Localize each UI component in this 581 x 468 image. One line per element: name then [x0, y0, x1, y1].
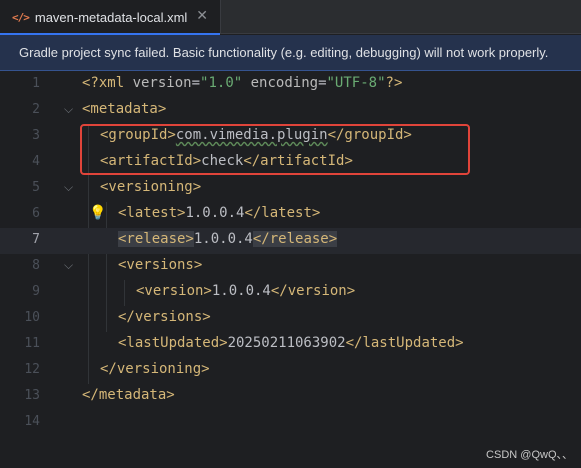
attr-encoding: encoding	[250, 75, 319, 91]
line-number: 8	[32, 258, 40, 273]
line-number: 14	[24, 414, 40, 429]
tag-open: <version>	[136, 283, 212, 299]
line-number: 10	[24, 310, 40, 325]
tag-value: 20250211063902	[227, 335, 346, 351]
tag-close: </lastUpdated>	[345, 335, 464, 351]
code-content: <lastUpdated>20250211063902</lastUpdated…	[118, 335, 464, 351]
tag-close: </versioning>	[100, 361, 210, 377]
line-number: 4	[32, 154, 40, 169]
chevron-down-icon[interactable]: ⌵	[64, 180, 73, 195]
code-line-1[interactable]: 1 <?xml version="1.0" encoding="UTF-8"?>	[0, 72, 581, 98]
watermark: CSDN @QwQ、、	[486, 449, 573, 461]
tag-value: 1.0.0.4	[185, 205, 245, 221]
code-content: </versioning>	[100, 361, 210, 377]
attr-value-encoding: "UTF-8"	[326, 75, 386, 91]
tag-open: <latest>	[118, 205, 186, 221]
attr-version: version	[132, 75, 192, 91]
tag-value: 1.0.0.4	[211, 283, 271, 299]
code-line-14[interactable]: 14	[0, 410, 581, 436]
close-icon[interactable]: ✕	[196, 8, 208, 24]
line-number: 2	[32, 102, 40, 117]
tag-value: 1.0.0.4	[193, 231, 253, 247]
equals-sign: =	[318, 75, 327, 91]
code-line-12[interactable]: 12 </versioning>	[0, 358, 581, 384]
tag-close: </release>	[252, 231, 338, 247]
xml-declaration: <?xml version="1.0" encoding="UTF-8"?>	[82, 75, 402, 91]
line-number: 5	[32, 180, 40, 195]
code-line-6[interactable]: 6 💡 <latest>1.0.0.4</latest>	[0, 202, 581, 228]
line-number: 7	[32, 232, 40, 247]
tag-close: </version>	[270, 283, 356, 299]
tag-open: <metadata>	[82, 101, 167, 117]
tag-close: </latest>	[244, 205, 321, 221]
sync-failed-banner: Gradle project sync failed. Basic functi…	[0, 35, 581, 71]
code-line-5[interactable]: 5 ⌵ <versioning>	[0, 176, 581, 202]
tag-open: <release>	[118, 231, 194, 247]
code-line-10[interactable]: 10 </versions>	[0, 306, 581, 332]
tag-open: <versions>	[118, 257, 203, 273]
chevron-down-icon[interactable]: ⌵	[64, 102, 73, 117]
code-line-11[interactable]: 11 <lastUpdated>20250211063902</lastUpda…	[0, 332, 581, 358]
tag-close: </metadata>	[82, 387, 175, 403]
code-line-2[interactable]: 2 ⌵ <metadata>	[0, 98, 581, 124]
line-number: 12	[24, 362, 40, 377]
code-content: <versions>	[118, 257, 202, 273]
tag-open: <lastUpdated>	[118, 335, 228, 351]
line-number: 13	[24, 388, 40, 403]
code-line-9[interactable]: 9 <version>1.0.0.4</version>	[0, 280, 581, 306]
code-content: <latest>1.0.0.4</latest>	[118, 205, 320, 221]
tab-maven-metadata-local[interactable]: </> maven-metadata-local.xml ✕	[0, 0, 221, 35]
banner-text: Gradle project sync failed. Basic functi…	[19, 45, 549, 60]
line-number: 11	[24, 336, 40, 351]
tag-close: </versions>	[118, 309, 211, 325]
line-number: 9	[32, 284, 40, 299]
code-content: <release>1.0.0.4</release>	[118, 231, 338, 247]
line-number: 3	[32, 128, 40, 143]
tag-open: <versioning>	[100, 179, 202, 195]
line-number: 6	[32, 206, 40, 221]
code-line-13[interactable]: 13 </metadata>	[0, 384, 581, 410]
chevron-down-icon[interactable]: ⌵	[64, 258, 73, 273]
code-content: </versions>	[118, 309, 211, 325]
code-editor[interactable]: 1 <?xml version="1.0" encoding="UTF-8"?>…	[0, 72, 581, 468]
lightbulb-icon[interactable]: 💡	[89, 205, 106, 221]
code-content: <versioning>	[100, 179, 201, 195]
xml-pi-open: <?xml	[82, 75, 133, 91]
code-content: </metadata>	[82, 387, 175, 403]
xml-pi-close: ?>	[385, 75, 403, 91]
line-number: 1	[32, 76, 40, 91]
code-content: <metadata>	[82, 101, 166, 117]
highlight-annotation-box	[80, 124, 470, 175]
code-line-7[interactable]: 7 <release>1.0.0.4</release>	[0, 228, 581, 254]
code-content: <version>1.0.0.4</version>	[136, 283, 355, 299]
code-line-8[interactable]: 8 ⌵ <versions>	[0, 254, 581, 280]
equals-sign: =	[191, 75, 201, 91]
editor-tab-bar: </> maven-metadata-local.xml ✕	[0, 0, 581, 35]
xml-file-icon: </>	[12, 10, 30, 24]
attr-value-version: "1.0"	[200, 75, 243, 91]
tab-title: maven-metadata-local.xml	[34, 9, 188, 25]
